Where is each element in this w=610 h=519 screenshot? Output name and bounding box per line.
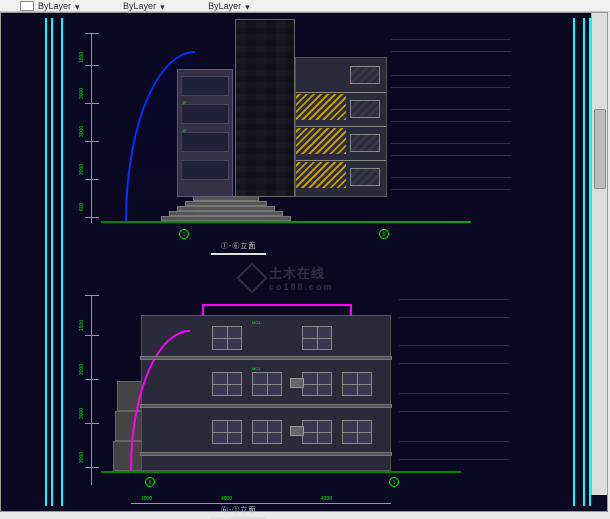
- elevation-top: 1500 3000 3000 3000 600: [81, 27, 481, 247]
- watermark: 土木在线 co188.com: [241, 263, 334, 292]
- watermark-text: 土木在线: [269, 266, 325, 281]
- chevron-down-icon: ▾: [160, 2, 168, 10]
- tower-block: 2F 3F: [177, 69, 233, 197]
- parapet: [202, 304, 352, 316]
- frame-line: [45, 18, 47, 506]
- window: [302, 420, 332, 444]
- elevation-body: MC1 MC1 6 1: [121, 289, 451, 489]
- leader-line: [391, 75, 511, 76]
- window: [350, 134, 380, 152]
- main-block: [295, 57, 387, 197]
- drawing-title: ⑥-①立面: [211, 505, 266, 519]
- window-tag: MC1: [252, 366, 260, 371]
- window: [212, 372, 242, 396]
- lineweight-control[interactable]: ByLayer ▾: [208, 1, 253, 11]
- dim-label: 3000: [79, 408, 85, 419]
- frame-line: [573, 18, 575, 506]
- leader-line: [399, 317, 509, 318]
- leader-line: [399, 441, 509, 442]
- window: [342, 420, 372, 444]
- chevron-down-icon: ▾: [75, 2, 83, 10]
- window: [302, 372, 332, 396]
- dim-label: 4200: [321, 496, 332, 502]
- frame-line: [61, 18, 63, 506]
- linetype-label: ByLayer: [123, 1, 156, 11]
- color-swatch: [20, 1, 34, 11]
- dim-label: 3000: [79, 88, 85, 99]
- dim-label: 3000: [79, 164, 85, 175]
- dimension-column: 1500 3000 3000 3000: [81, 295, 107, 485]
- dim-label: 3000: [79, 452, 85, 463]
- dim-label: 1500: [79, 52, 85, 63]
- leader-line: [399, 363, 509, 364]
- leader-line: [391, 39, 511, 40]
- stone-chimney: [235, 19, 295, 197]
- ac-unit: [290, 426, 304, 436]
- leader-line: [391, 177, 511, 178]
- window: [342, 372, 372, 396]
- window: [350, 66, 380, 84]
- model-space-canvas[interactable]: 1500 3000 3000 3000 600: [1, 13, 607, 511]
- leader-line: [391, 121, 511, 122]
- leader-line: [399, 459, 509, 460]
- color-control[interactable]: ByLayer ▾: [20, 1, 83, 11]
- dim-text: 2F: [182, 128, 187, 133]
- dim-label: 600: [79, 203, 85, 211]
- color-label: ByLayer: [38, 1, 71, 11]
- dimension-column: 1500 3000 3000 3000 600: [81, 33, 107, 223]
- leader-line: [391, 109, 511, 110]
- frame-line: [51, 18, 53, 506]
- leader-line: [399, 393, 509, 394]
- window: [252, 372, 282, 396]
- grid-bubble: 1: [179, 229, 189, 239]
- leader-line: [391, 87, 511, 88]
- dim-label: 1500: [79, 320, 85, 331]
- ac-unit: [290, 378, 304, 388]
- window: [350, 168, 380, 186]
- curved-roof: [130, 330, 190, 470]
- window: [302, 326, 332, 350]
- elevation-bottom: 1500 3000 3000 3000: [81, 289, 481, 513]
- leader-line: [391, 155, 511, 156]
- lineweight-label: ByLayer: [208, 1, 241, 11]
- dim-label: 3000: [79, 364, 85, 375]
- drawing-title: ①-⑥立面: [211, 241, 266, 255]
- window: [212, 326, 242, 350]
- dim-text: 3F: [182, 100, 187, 105]
- grid-bubble: 6: [145, 477, 155, 487]
- window: [252, 420, 282, 444]
- leader-line: [399, 345, 509, 346]
- grid-bubble: 6: [379, 229, 389, 239]
- leader-line: [399, 411, 509, 412]
- window-tag: MC1: [252, 320, 260, 325]
- leader-line: [391, 51, 511, 52]
- ground-line: [101, 471, 461, 473]
- grid-bubble: 1: [389, 477, 399, 487]
- elevation-body: 2F 3F: [121, 27, 461, 227]
- leader-line: [399, 299, 509, 300]
- ground-line: [101, 221, 471, 223]
- window: [212, 420, 242, 444]
- drawing-canvas-wrap: 1500 3000 3000 3000 600: [0, 12, 608, 512]
- frame-line: [583, 18, 585, 506]
- dim-label: 4800: [221, 496, 232, 502]
- chevron-down-icon: ▾: [245, 2, 253, 10]
- dim-label: 3000: [79, 126, 85, 137]
- dim-label: 1500: [141, 496, 152, 502]
- leader-line: [391, 189, 511, 190]
- vertical-scrollbar[interactable]: [591, 13, 607, 495]
- window: [350, 100, 380, 118]
- properties-toolbar: ByLayer ▾ ByLayer ▾ ByLayer ▾: [0, 0, 610, 12]
- linetype-control[interactable]: ByLayer ▾: [123, 1, 168, 11]
- building-body: MC1 MC1: [141, 315, 391, 471]
- leader-line: [391, 143, 511, 144]
- scrollbar-thumb[interactable]: [594, 109, 606, 189]
